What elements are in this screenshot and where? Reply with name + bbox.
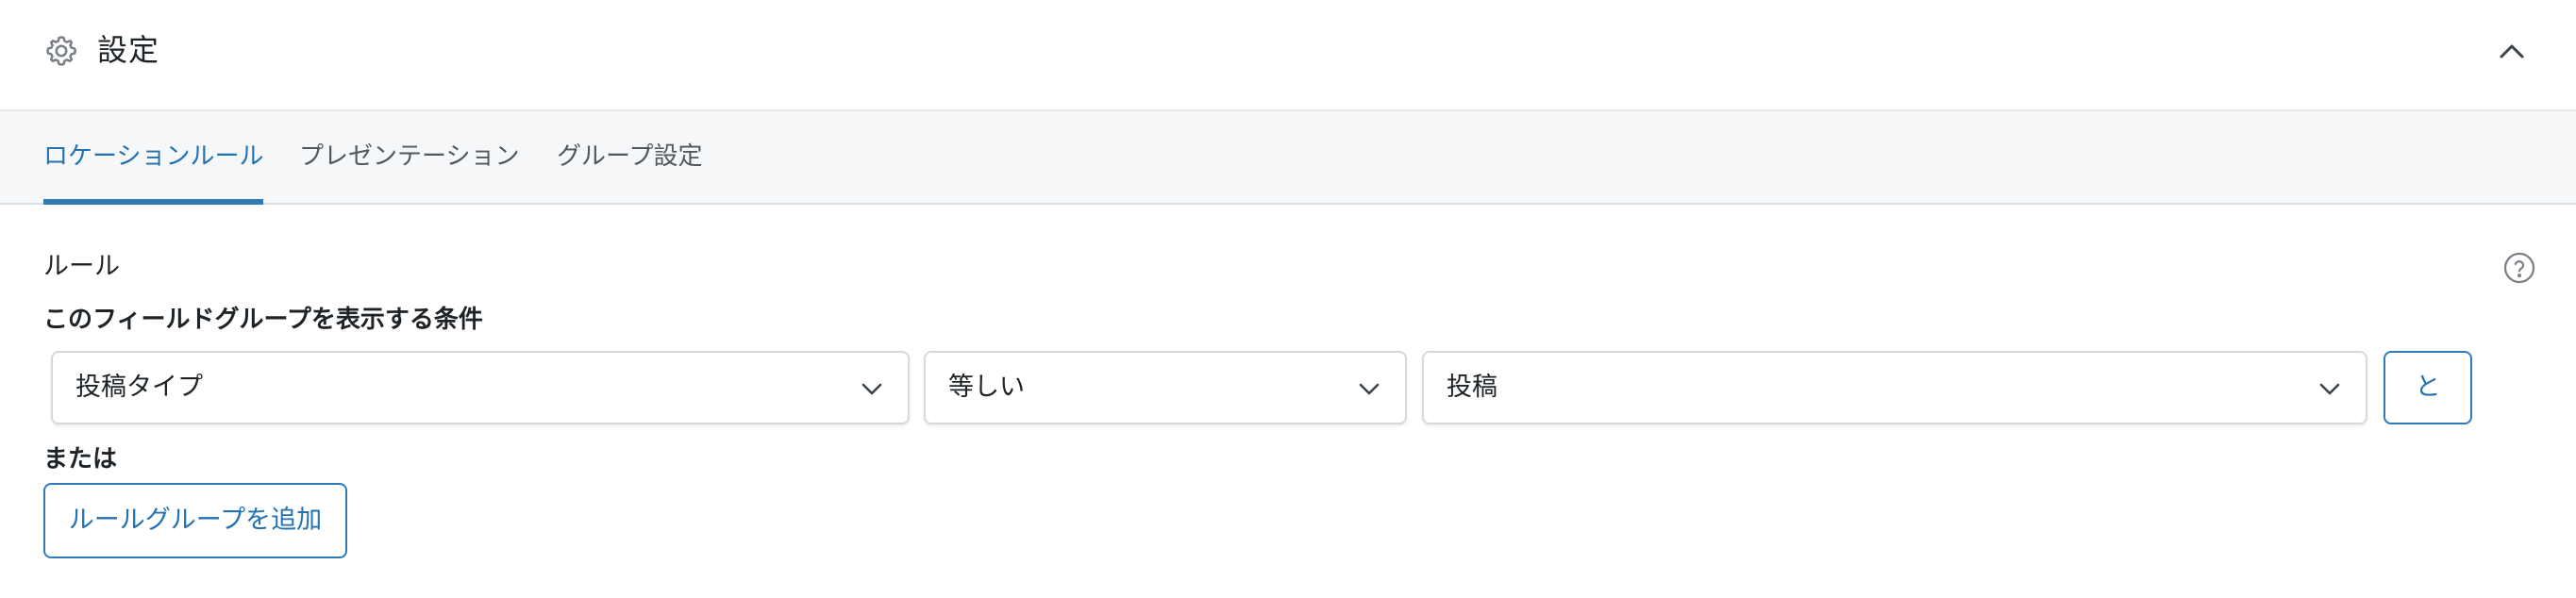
tab-group-settings[interactable]: グループ設定 — [557, 111, 702, 203]
settings-header[interactable]: 設定 — [0, 0, 2576, 111]
rule-operator-value: 等しい — [948, 373, 1025, 402]
rule-param-select[interactable]: 投稿タイプ — [51, 351, 910, 424]
or-label: または — [43, 445, 118, 473]
chevron-down-icon — [1359, 383, 1380, 395]
chevron-down-icon — [2319, 383, 2340, 395]
rule-value-value: 投稿 — [1447, 373, 1497, 402]
tab-presentation[interactable]: プレゼンテーション — [299, 111, 519, 203]
chevron-down-icon — [861, 383, 882, 395]
rules-label: ルール — [43, 252, 120, 281]
add-rule-group-button[interactable]: ルールグループを追加 — [43, 483, 347, 558]
gear-icon — [46, 36, 76, 66]
tab-bar: ロケーションルール プレゼンテーション グループ設定 — [0, 111, 2576, 205]
settings-panel: 設定 ロケーションルール プレゼンテーション グループ設定 ルール このフィール… — [0, 0, 2576, 598]
question-circle-icon[interactable] — [2502, 251, 2536, 285]
rule-param-value: 投稿タイプ — [75, 373, 203, 402]
condition-heading: このフィールドグループを表示する条件 — [43, 306, 483, 334]
page-title: 設定 — [97, 32, 160, 68]
rule-operator-select[interactable]: 等しい — [924, 351, 1407, 424]
rule-value-select[interactable]: 投稿 — [1422, 351, 2367, 424]
and-button[interactable]: と — [2384, 351, 2472, 424]
chevron-up-icon[interactable] — [2489, 32, 2534, 72]
tab-location-rules[interactable]: ロケーションルール — [43, 111, 264, 205]
